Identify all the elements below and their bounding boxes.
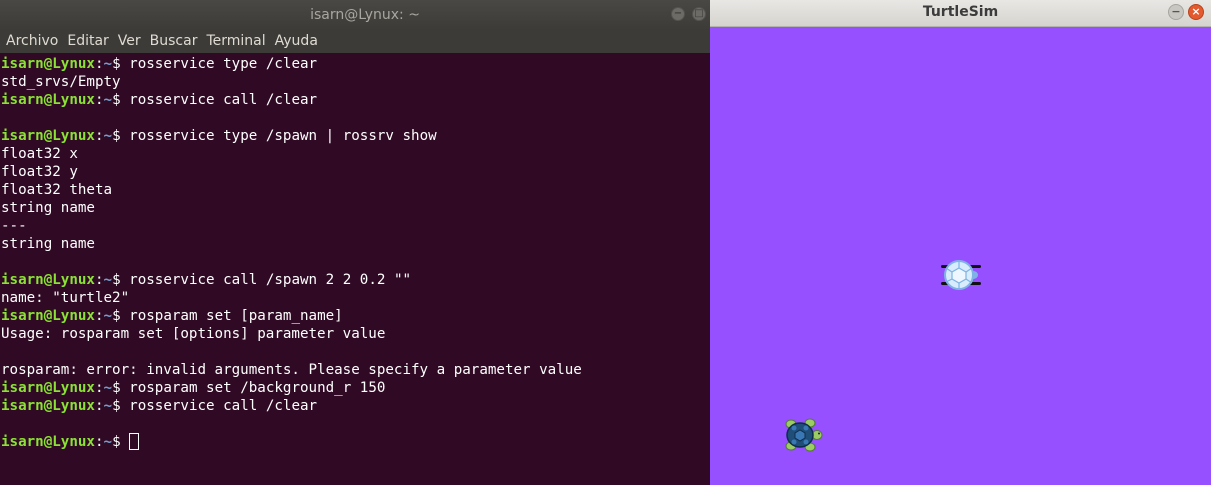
menu-editar[interactable]: Editar <box>67 30 108 53</box>
terminal-prompt-line: isarn@Lynux:~$ <box>0 433 710 451</box>
prompt-path: ~ <box>103 308 113 324</box>
prompt-separator: : <box>94 56 104 72</box>
command-text: rosparam set [param_name] <box>129 308 343 324</box>
prompt-path: ~ <box>103 434 113 450</box>
command-text: rosservice call /spawn 2 2 0.2 "" <box>129 272 412 288</box>
prompt-separator: : <box>94 308 104 324</box>
terminal-command-line: isarn@Lynux:~$ rosservice call /clear <box>0 91 710 109</box>
prompt-user: isarn@Lynux <box>1 128 95 144</box>
terminal-output-line: string name <box>1 200 95 216</box>
terminal-command-line: isarn@Lynux:~$ rosparam set /background_… <box>0 379 710 397</box>
prompt-symbol: $ <box>112 56 130 72</box>
turtle-icon-dark <box>785 418 823 452</box>
close-icon[interactable]: × <box>1188 4 1204 20</box>
turtlesim-canvas <box>710 27 1211 485</box>
command-text: rosservice type /spawn | rossrv show <box>129 128 437 144</box>
prompt-path: ~ <box>103 272 113 288</box>
turtlesim-window[interactable]: TurtleSim − × <box>710 0 1211 485</box>
prompt-user: isarn@Lynux <box>1 398 95 414</box>
turtlesim-title: TurtleSim <box>922 4 999 20</box>
terminal-output-line: name: "turtle2" <box>1 290 130 306</box>
terminal-command-line: isarn@Lynux:~$ rosservice type /clear <box>0 55 710 73</box>
prompt-user: isarn@Lynux <box>1 380 95 396</box>
prompt-separator: : <box>94 434 104 450</box>
prompt-path: ~ <box>103 56 113 72</box>
terminal-command-line: isarn@Lynux:~$ rosservice call /spawn 2 … <box>0 271 710 289</box>
menu-ver[interactable]: Ver <box>118 30 141 53</box>
terminal-output-line: float32 x <box>1 146 78 162</box>
prompt-symbol: $ <box>112 434 130 450</box>
maximize-icon[interactable]: □ <box>692 7 706 21</box>
terminal-output-line: float32 theta <box>1 182 113 198</box>
prompt-separator: : <box>94 128 104 144</box>
prompt-user: isarn@Lynux <box>1 56 95 72</box>
prompt-symbol: $ <box>112 272 130 288</box>
command-text: rosparam set /background_r 150 <box>129 380 386 396</box>
prompt-user: isarn@Lynux <box>1 272 95 288</box>
terminal-output-line: string name <box>1 236 95 252</box>
terminal-output-line: float32 y <box>1 164 78 180</box>
terminal-menubar: Archivo Editar Ver Buscar Terminal Ayuda <box>0 30 710 53</box>
command-text: rosservice call /clear <box>129 398 318 414</box>
menu-buscar[interactable]: Buscar <box>150 30 198 53</box>
prompt-path: ~ <box>103 128 113 144</box>
turtle-icon-light <box>941 260 981 290</box>
prompt-path: ~ <box>103 92 113 108</box>
terminal-command-line: isarn@Lynux:~$ rosservice call /clear <box>0 397 710 415</box>
terminal-cursor[interactable] <box>129 433 140 450</box>
menu-ayuda[interactable]: Ayuda <box>275 30 318 53</box>
prompt-separator: : <box>94 272 104 288</box>
prompt-symbol: $ <box>112 308 130 324</box>
terminal-output-line: --- <box>1 218 27 234</box>
prompt-separator: : <box>94 380 104 396</box>
prompt-user: isarn@Lynux <box>1 92 95 108</box>
terminal-command-line: isarn@Lynux:~$ rosservice type /spawn | … <box>0 127 710 145</box>
terminal-output-line: Usage: rosparam set [options] parameter … <box>1 326 386 342</box>
prompt-separator: : <box>94 92 104 108</box>
prompt-user: isarn@Lynux <box>1 308 95 324</box>
terminal-command-line: isarn@Lynux:~$ rosparam set [param_name] <box>0 307 710 325</box>
menu-archivo[interactable]: Archivo <box>6 30 58 53</box>
terminal-output-line: rosparam: error: invalid arguments. Plea… <box>1 362 582 378</box>
prompt-path: ~ <box>103 380 113 396</box>
terminal-output[interactable]: isarn@Lynux:~$ rosservice type /clear std… <box>0 55 710 485</box>
minimize-icon[interactable]: − <box>671 7 685 21</box>
menu-terminal[interactable]: Terminal <box>206 30 265 53</box>
prompt-user: isarn@Lynux <box>1 434 95 450</box>
turtlesim-titlebar[interactable]: TurtleSim − × <box>710 0 1211 27</box>
prompt-separator: : <box>94 398 104 414</box>
command-text: rosservice call /clear <box>129 92 318 108</box>
terminal-output-line: std_srvs/Empty <box>1 74 121 90</box>
terminal-titlebar[interactable]: isarn@Lynux: ~ − □ <box>0 0 710 30</box>
minimize-icon[interactable]: − <box>1168 4 1184 20</box>
terminal-title: isarn@Lynux: ~ <box>310 7 420 23</box>
terminal-window[interactable]: isarn@Lynux: ~ − □ Archivo Editar Ver Busca… <box>0 0 710 485</box>
prompt-symbol: $ <box>112 92 130 108</box>
prompt-symbol: $ <box>112 128 130 144</box>
prompt-symbol: $ <box>112 398 130 414</box>
prompt-path: ~ <box>103 398 113 414</box>
command-text: rosservice type /clear <box>129 56 318 72</box>
prompt-symbol: $ <box>112 380 130 396</box>
